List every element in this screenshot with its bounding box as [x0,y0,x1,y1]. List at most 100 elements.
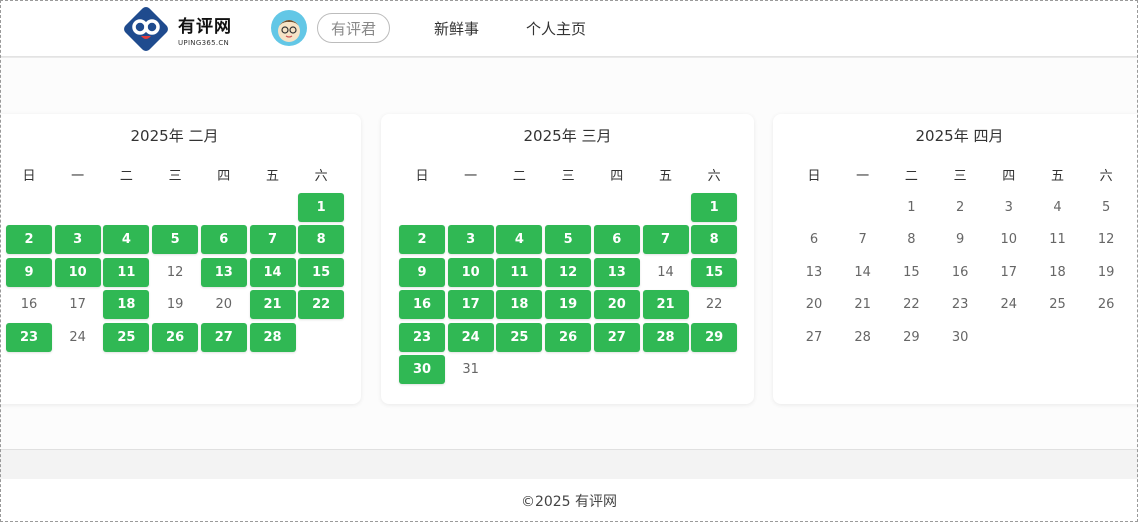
day-cell-checked[interactable]: 10 [447,257,494,287]
day-cell-checked[interactable]: 18 [103,290,150,320]
day-cell-checked[interactable]: 22 [298,290,345,320]
site-logo[interactable]: 有评网 UPING365.CN [120,3,232,55]
day-cell[interactable]: 20 [791,290,837,319]
day-cell[interactable]: 28 [840,323,886,352]
day-cell-checked[interactable]: 26 [152,322,199,352]
day-cell[interactable]: 31 [448,355,494,384]
day-cell[interactable]: 5 [1083,193,1129,222]
day-cell[interactable]: 15 [888,258,934,287]
day-cell-checked[interactable]: 26 [545,322,592,352]
day-cell[interactable]: 24 [55,323,101,352]
day-cell-checked[interactable]: 13 [593,257,640,287]
day-cell[interactable]: 19 [1083,258,1129,287]
day-cell-checked[interactable]: 4 [103,225,150,255]
day-cell-checked[interactable]: 21 [249,290,296,320]
day-cell-checked[interactable]: 25 [103,322,150,352]
day-cell-checked[interactable]: 3 [54,225,101,255]
day-cell-checked[interactable]: 14 [249,257,296,287]
day-cell[interactable]: 27 [791,323,837,352]
day-cell-checked[interactable]: 15 [298,257,345,287]
nav-news[interactable]: 新鲜事 [434,18,479,39]
day-cell-checked[interactable]: 9 [6,257,52,287]
weekday-label: 日 [415,169,429,184]
day-cell[interactable]: 4 [1035,193,1081,222]
logo-subtitle: UPING365.CN [178,38,230,47]
day-cell[interactable]: 29 [888,323,934,352]
day-cell-checked[interactable]: 18 [496,290,543,320]
day-cell-checked[interactable]: 27 [593,322,640,352]
day-cell[interactable]: 14 [840,258,886,287]
day-cell-checked[interactable]: 6 [593,225,640,255]
day-cell[interactable]: 9 [937,225,983,254]
day-cell-checked[interactable]: 24 [447,322,494,352]
day-cell-checked[interactable]: 23 [6,322,52,352]
day-cell-checked[interactable]: 10 [54,257,101,287]
day-cell-checked[interactable]: 28 [249,322,296,352]
day-cell-checked[interactable]: 11 [103,257,150,287]
day-cell-checked[interactable]: 2 [6,225,52,255]
day-cell-checked[interactable]: 17 [447,290,494,320]
day-cell-checked[interactable]: 20 [593,290,640,320]
day-cell-checked[interactable]: 30 [399,355,445,384]
day-cell[interactable]: 13 [791,258,837,287]
day-cell-checked[interactable]: 8 [298,225,345,255]
day-cell[interactable]: 17 [55,290,101,319]
day-cell[interactable]: 12 [152,258,198,287]
day-cell-checked[interactable]: 19 [545,290,592,320]
day-cell[interactable]: 14 [643,258,689,287]
day-cell-checked[interactable]: 11 [496,257,543,287]
day-cell[interactable]: 19 [152,290,198,319]
day-cell-checked[interactable]: 23 [399,322,445,352]
day-cell[interactable]: 2 [937,193,983,222]
day-cell-checked[interactable]: 12 [545,257,592,287]
day-cell[interactable]: 22 [888,290,934,319]
day-cell-checked[interactable]: 8 [691,225,738,255]
user-avatar[interactable] [271,10,307,46]
day-cell-checked[interactable]: 28 [642,322,689,352]
day-cell[interactable]: 16 [6,290,52,319]
day-cell-checked[interactable]: 7 [642,225,689,255]
day-cell[interactable]: 30 [937,323,983,352]
day-cell-checked[interactable]: 15 [691,257,738,287]
day-cell[interactable]: 23 [937,290,983,319]
day-cell-checked[interactable]: 4 [496,225,543,255]
day-cell-checked[interactable]: 1 [298,193,345,222]
day-cell-checked[interactable]: 5 [152,225,199,255]
day-cell[interactable]: 26 [1083,290,1129,319]
day-cell[interactable]: 24 [986,290,1032,319]
day-cell[interactable]: 3 [986,193,1032,222]
username-button[interactable]: 有评君 [317,13,390,43]
weekday-label: 三 [953,169,967,184]
day-cell-checked[interactable]: 21 [642,290,689,320]
day-cell[interactable]: 10 [986,225,1032,254]
day-cell[interactable]: 25 [1035,290,1081,319]
day-cell[interactable]: 21 [840,290,886,319]
day-cell[interactable]: 1 [888,193,934,222]
day-cell[interactable]: 7 [840,225,886,254]
day-cell-checked[interactable]: 7 [249,225,296,255]
day-cell-checked[interactable]: 29 [691,322,738,352]
day-cell-checked[interactable]: 5 [545,225,592,255]
day-cell-checked[interactable]: 13 [200,257,247,287]
day-cell[interactable]: 8 [888,225,934,254]
day-cell-checked[interactable]: 16 [399,290,445,320]
day-cell-checked[interactable]: 6 [200,225,247,255]
weekday-label: 日 [22,169,36,184]
day-cell[interactable]: 17 [986,258,1032,287]
day-cell[interactable]: 18 [1035,258,1081,287]
day-cell-checked[interactable]: 1 [691,193,738,222]
day-cell[interactable]: 20 [201,290,247,319]
day-cell[interactable]: 11 [1035,225,1081,254]
weekday-label: 四 [217,169,231,184]
day-cell[interactable]: 22 [691,290,737,319]
day-cell-checked[interactable]: 2 [399,225,445,255]
day-cell-checked[interactable]: 9 [399,257,445,287]
day-cell-checked[interactable]: 3 [447,225,494,255]
nav-personal-home[interactable]: 个人主页 [526,18,586,39]
day-cell[interactable]: 6 [791,225,837,254]
day-cell[interactable]: 16 [937,258,983,287]
day-cell-checked[interactable]: 25 [496,322,543,352]
footer: ©2025 有评网 [0,479,1138,522]
day-cell[interactable]: 12 [1083,225,1129,254]
day-cell-checked[interactable]: 27 [200,322,247,352]
